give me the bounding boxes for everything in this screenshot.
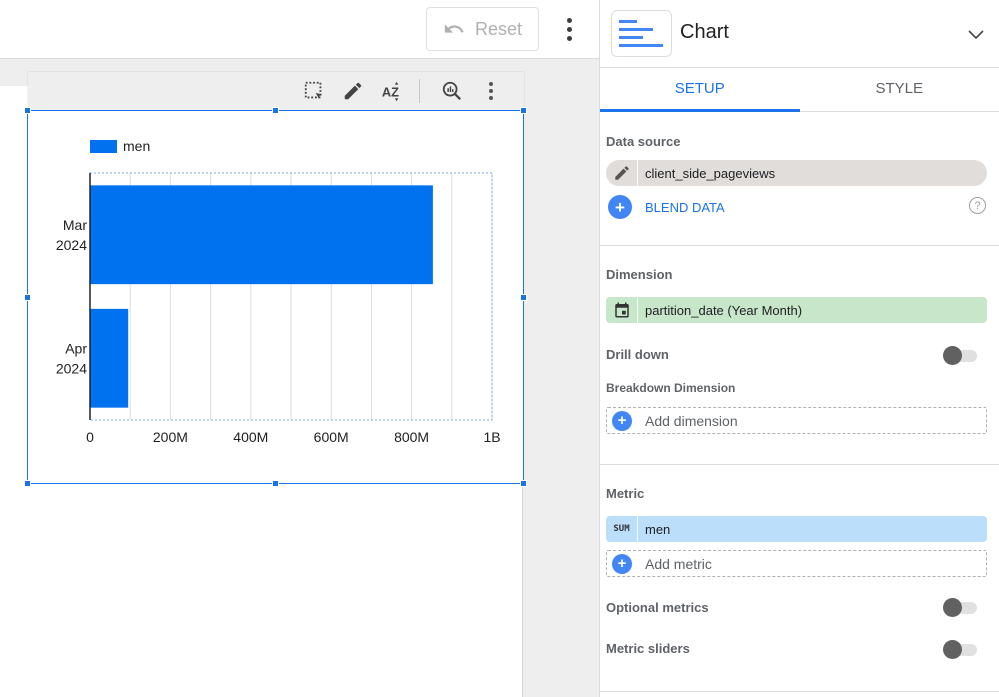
breakdown-dimension-label: Breakdown Dimension: [606, 381, 736, 395]
tab-style[interactable]: STYLE: [800, 68, 999, 111]
properties-panel: Chart SETUP STYLE Data source client_sid…: [599, 0, 999, 697]
add-circle-icon: +: [612, 553, 632, 574]
chevron-down-icon[interactable]: [966, 24, 986, 44]
add-circle-icon: +: [612, 410, 632, 431]
add-metric-label: Add metric: [645, 555, 712, 572]
y-tick-label: 2024: [56, 237, 87, 253]
add-circle-icon: +: [608, 195, 632, 219]
bar[interactable]: [90, 308, 129, 408]
dimension-name: partition_date (Year Month): [645, 302, 803, 318]
panel-header: Chart: [600, 0, 999, 68]
report-editor: Reset AZ men Mar 2024 Apr 2024 0 200M 40…: [0, 0, 999, 697]
edit-icon[interactable]: [606, 160, 638, 186]
x-tick-label: 1B: [483, 429, 500, 445]
panel-title: Chart: [680, 21, 729, 43]
add-metric-button[interactable]: + Add metric: [606, 550, 987, 577]
calendar-icon: [606, 297, 638, 323]
x-tick-label: 400M: [233, 429, 268, 445]
x-tick-label: 200M: [153, 429, 188, 445]
tab-setup[interactable]: SETUP: [600, 68, 800, 112]
add-dimension-label: Add dimension: [645, 412, 738, 429]
x-tick-label: 600M: [314, 429, 349, 445]
drill-down-toggle[interactable]: [943, 345, 977, 365]
y-tick-label: Mar: [63, 217, 87, 233]
bar-chart-type-icon[interactable]: [611, 10, 672, 57]
help-icon[interactable]: ?: [969, 197, 986, 214]
x-tick-label: 0: [86, 429, 94, 445]
x-tick-label: 800M: [394, 429, 429, 445]
bar[interactable]: [90, 185, 433, 285]
y-tick-label: 2024: [56, 360, 87, 376]
metric-sliders-toggle[interactable]: [943, 639, 977, 659]
bar-chart: Mar 2024 Apr 2024 0 200M 400M 600M 800M 1B: [56, 172, 501, 445]
data-source-section: Data source client_side_pageviews + BLEN…: [600, 112, 999, 246]
metric-name: men: [645, 521, 671, 537]
aggregation-tag[interactable]: SUM: [606, 516, 638, 542]
dimension-label: Dimension: [606, 267, 673, 282]
data-source-name: client_side_pageviews: [645, 165, 776, 181]
metric-chip[interactable]: SUM men: [606, 516, 987, 542]
dimension-section: Dimension partition_date (Year Month) Dr…: [600, 246, 999, 465]
optional-metrics-label: Optional metrics: [606, 600, 709, 615]
metric-section: Metric SUM men + Add metric Optional met…: [600, 465, 999, 692]
add-dimension-button[interactable]: + Add dimension: [606, 407, 987, 434]
metric-sliders-label: Metric sliders: [606, 641, 690, 656]
dimension-chip[interactable]: partition_date (Year Month): [606, 297, 987, 323]
metric-label: Metric: [606, 486, 645, 501]
panel-tabs: SETUP STYLE: [600, 68, 999, 112]
blend-data-button[interactable]: + BLEND DATA: [608, 195, 725, 219]
y-tick-label: Apr: [65, 340, 87, 356]
drill-down-label: Drill down: [606, 347, 669, 362]
data-source-chip[interactable]: client_side_pageviews: [606, 160, 987, 186]
data-source-label: Data source: [606, 134, 681, 149]
optional-metrics-toggle[interactable]: [943, 597, 977, 617]
blend-data-label: BLEND DATA: [645, 199, 725, 215]
